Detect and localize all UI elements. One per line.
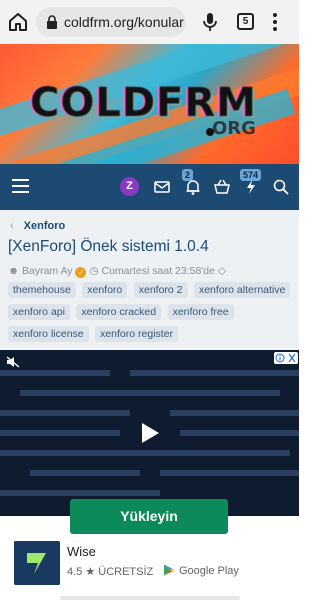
video-stripe: [180, 430, 299, 436]
store-label[interactable]: Google Play: [179, 565, 239, 577]
video-stripe: [30, 470, 140, 476]
author-name[interactable]: Bayram Ay: [22, 265, 73, 277]
verified-check-icon: ✓: [75, 267, 87, 278]
chevron-left-icon: ‹: [10, 220, 14, 232]
video-stripe: [0, 490, 160, 496]
app-icon[interactable]: [14, 541, 60, 585]
video-stripe: [0, 370, 110, 376]
microphone-icon[interactable]: [202, 12, 218, 32]
browser-toolbar: coldfrm.org/konular/ 5: [0, 0, 299, 44]
tag[interactable]: xenforo license: [8, 326, 89, 342]
tag-list: themehouse xenforo xenforo 2 xenforo alt…: [8, 280, 294, 346]
url-text: coldfrm.org/konular/: [64, 14, 184, 30]
video-stripe: [160, 470, 299, 476]
play-icon[interactable]: [140, 422, 160, 444]
tag[interactable]: xenforo free: [167, 304, 234, 320]
tag[interactable]: xenforo cracked: [76, 304, 162, 320]
tag[interactable]: themehouse: [8, 282, 76, 298]
lightning-chat-icon[interactable]: [242, 178, 260, 196]
tag[interactable]: xenforo 2: [133, 282, 188, 298]
tab-switcher-button[interactable]: 5: [237, 13, 254, 30]
video-stripe: [20, 390, 280, 396]
breadcrumb-link[interactable]: Xenforo: [24, 220, 66, 232]
video-stripe: [0, 410, 130, 416]
breadcrumb[interactable]: ‹ Xenforo: [10, 220, 65, 232]
video-stripe: [0, 430, 120, 436]
basket-icon[interactable]: [213, 178, 231, 196]
mute-icon[interactable]: [6, 356, 20, 368]
bell-icon[interactable]: [184, 178, 202, 196]
search-icon[interactable]: [272, 178, 290, 196]
video-stripe: [170, 410, 299, 416]
ad-video[interactable]: [0, 350, 299, 516]
user-icon: ☻: [8, 265, 20, 277]
site-logo-suffix: ORG: [212, 118, 256, 139]
home-icon[interactable]: [8, 12, 28, 32]
thread-header: ‹ Xenforo [XenForo] Önek sistemi 1.0.4 ☻ …: [0, 210, 299, 350]
tag[interactable]: xenforo api: [8, 304, 70, 320]
video-stripe: [0, 450, 290, 456]
clock-icon: ◷: [89, 265, 99, 277]
avatar[interactable]: Z: [120, 177, 139, 196]
lock-icon: [47, 15, 57, 29]
site-banner[interactable]: COLDFRM ORG: [0, 44, 299, 164]
home-indicator: [60, 596, 240, 600]
advertisement: Yükleyin Wise 4.5 ★ ÜCRETSİZ Google Play: [0, 350, 299, 600]
app-name[interactable]: Wise: [67, 544, 96, 559]
tag[interactable]: xenforo: [82, 282, 128, 298]
ad-info-icon[interactable]: [274, 352, 298, 364]
post-date[interactable]: Cumartesi saat 23:58'de: [102, 265, 216, 277]
address-bar[interactable]: coldfrm.org/konular/: [36, 7, 186, 37]
google-play-icon: [164, 564, 175, 576]
video-stripe: [130, 370, 299, 376]
thread-meta: ☻ Bayram Ay ✓ ◷ Cumartesi saat 23:58'de …: [8, 265, 226, 278]
tag[interactable]: xenforo register: [95, 326, 179, 342]
page-title: [XenForo] Önek sistemi 1.0.4: [8, 238, 209, 255]
install-button[interactable]: Yükleyin: [70, 499, 228, 534]
hamburger-menu-icon[interactable]: [12, 179, 29, 193]
overflow-menu-icon[interactable]: [272, 12, 278, 32]
envelope-icon[interactable]: [153, 178, 171, 196]
tag[interactable]: xenforo alternative: [193, 282, 291, 298]
app-rating: 4.5 ★ ÜCRETSİZ: [67, 566, 154, 578]
tags-icon: ◇: [217, 265, 226, 277]
forum-navbar: Z 2 574: [0, 164, 299, 210]
